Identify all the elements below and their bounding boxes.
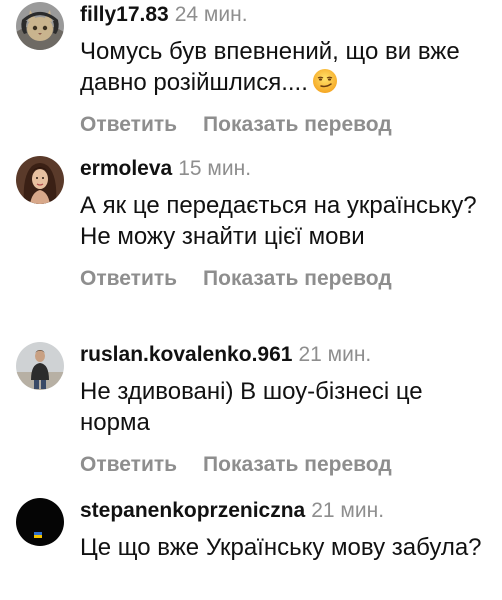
- username[interactable]: filly17.83: [80, 3, 169, 26]
- reply-button[interactable]: Ответить: [80, 267, 177, 290]
- timestamp: 21 мин.: [298, 343, 372, 366]
- username[interactable]: stepanenkoprzeniczna: [80, 499, 305, 522]
- avatar[interactable]: [16, 342, 64, 390]
- woman-avatar-icon: [16, 156, 64, 204]
- show-translation-button[interactable]: Показать перевод: [203, 113, 392, 136]
- comment-actions: Ответить Показать перевод: [80, 112, 484, 138]
- comment-text: А як це передається на українську? Не мо…: [80, 192, 477, 250]
- smirking-face-icon: [312, 69, 337, 93]
- avatar[interactable]: [16, 156, 64, 204]
- username[interactable]: ermoleva: [80, 157, 172, 180]
- flag-avatar-icon: [16, 498, 64, 546]
- comment-actions: Ответить Показать перевод: [80, 452, 484, 478]
- avatar[interactable]: [16, 2, 64, 50]
- comment-text: Це що вже Українську мову забула?: [80, 534, 482, 561]
- comment-meta: filly17.83 24 мин.: [80, 2, 484, 28]
- comment-meta: ermoleva 15 мин.: [80, 156, 484, 182]
- show-translation-button[interactable]: Показать перевод: [203, 453, 392, 476]
- cat-avatar-icon: [16, 2, 64, 50]
- reply-button[interactable]: Ответить: [80, 113, 177, 136]
- comment-text: Не здивовані) В шоу-бізнесі це норма: [80, 378, 423, 436]
- man-avatar-icon: [16, 342, 64, 390]
- username[interactable]: ruslan.kovalenko.961: [80, 343, 292, 366]
- timestamp: 15 мин.: [178, 157, 252, 180]
- timestamp: 24 мин.: [174, 3, 248, 26]
- comment-meta: stepanenkoprzeniczna 21 мин.: [80, 498, 484, 524]
- show-translation-button[interactable]: Показать перевод: [203, 267, 392, 290]
- comment-text-content: Чомусь був впевнений, що ви вже давно ро…: [80, 38, 460, 96]
- comment-text: Чомусь був впевнений, що ви вже давно ро…: [80, 36, 484, 98]
- avatar[interactable]: [16, 498, 64, 546]
- comment-actions: Ответить Показать перевод: [80, 266, 484, 292]
- reply-button[interactable]: Ответить: [80, 453, 177, 476]
- comment-meta: ruslan.kovalenko.961 21 мин.: [80, 342, 484, 368]
- timestamp: 21 мин.: [311, 499, 385, 522]
